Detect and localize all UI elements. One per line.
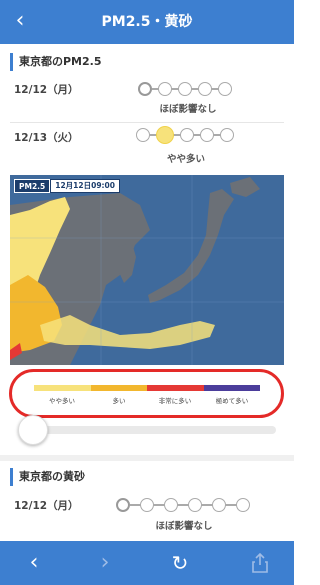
pm25-level-label-2: やや多い bbox=[166, 154, 205, 165]
share-icon bbox=[252, 552, 268, 573]
map-badge-time: 12月12日09:00 bbox=[50, 179, 120, 193]
map-badge-label: PM2.5 bbox=[14, 179, 51, 193]
page-title: PM2.5・黄砂 bbox=[101, 14, 193, 30]
section-divider bbox=[0, 455, 294, 461]
kosa-section-title: 東京都の黄砂 bbox=[10, 468, 85, 486]
toolbar-forward-button[interactable]: › bbox=[90, 549, 120, 577]
scale-dot bbox=[220, 128, 234, 142]
pm25-level-label-1: ほぼ影響なし bbox=[159, 104, 217, 115]
time-slider-track[interactable] bbox=[22, 426, 276, 434]
scale-dot bbox=[178, 82, 192, 96]
header-bar: ‹ PM2.5・黄砂 bbox=[0, 0, 294, 44]
time-slider-thumb[interactable] bbox=[18, 415, 48, 445]
pm25-map[interactable]: PM2.5 12月12日09:00 bbox=[10, 175, 284, 365]
forward-arrow-icon: › bbox=[100, 550, 110, 575]
back-arrow-icon: ‹ bbox=[29, 550, 39, 575]
scale-dot bbox=[164, 498, 178, 512]
highlight-annotation-ellipse bbox=[9, 369, 284, 418]
kosa-date-1: 12/12（月） bbox=[14, 500, 79, 512]
scale-dot bbox=[212, 498, 226, 512]
scale-dot bbox=[198, 82, 212, 96]
map-timestamp-badge: PM2.5 12月12日09:00 bbox=[14, 179, 120, 193]
toolbar-share-button[interactable] bbox=[245, 549, 275, 577]
pm25-level-scale-2 bbox=[136, 126, 236, 144]
scale-dot bbox=[200, 128, 214, 142]
divider bbox=[10, 122, 284, 123]
kosa-level-scale-1 bbox=[116, 498, 252, 512]
toolbar-back-button[interactable]: ‹ bbox=[19, 549, 49, 577]
toolbar-reload-button[interactable]: ↻ bbox=[165, 549, 195, 577]
scale-dot bbox=[158, 82, 172, 96]
scale-dot-current bbox=[138, 82, 152, 96]
pm25-section-title: 東京都のPM2.5 bbox=[10, 53, 102, 71]
scale-dot bbox=[140, 498, 154, 512]
pm25-date-1: 12/12（月） bbox=[14, 84, 79, 96]
scale-dot-current bbox=[116, 498, 130, 512]
pm25-level-scale-1 bbox=[138, 82, 234, 96]
scale-dot bbox=[188, 498, 202, 512]
reload-icon: ↻ bbox=[171, 551, 189, 575]
scale-dot bbox=[180, 128, 194, 142]
scale-dot bbox=[218, 82, 232, 96]
scale-dot-current bbox=[156, 126, 174, 144]
pm25-date-2: 12/13（火） bbox=[14, 132, 79, 144]
scale-dot bbox=[136, 128, 150, 142]
browser-toolbar: ‹ › ↻ bbox=[0, 541, 294, 585]
kosa-level-label-1: ほぼ影響なし bbox=[155, 521, 213, 532]
map-image bbox=[10, 175, 284, 365]
scale-dot bbox=[236, 498, 250, 512]
